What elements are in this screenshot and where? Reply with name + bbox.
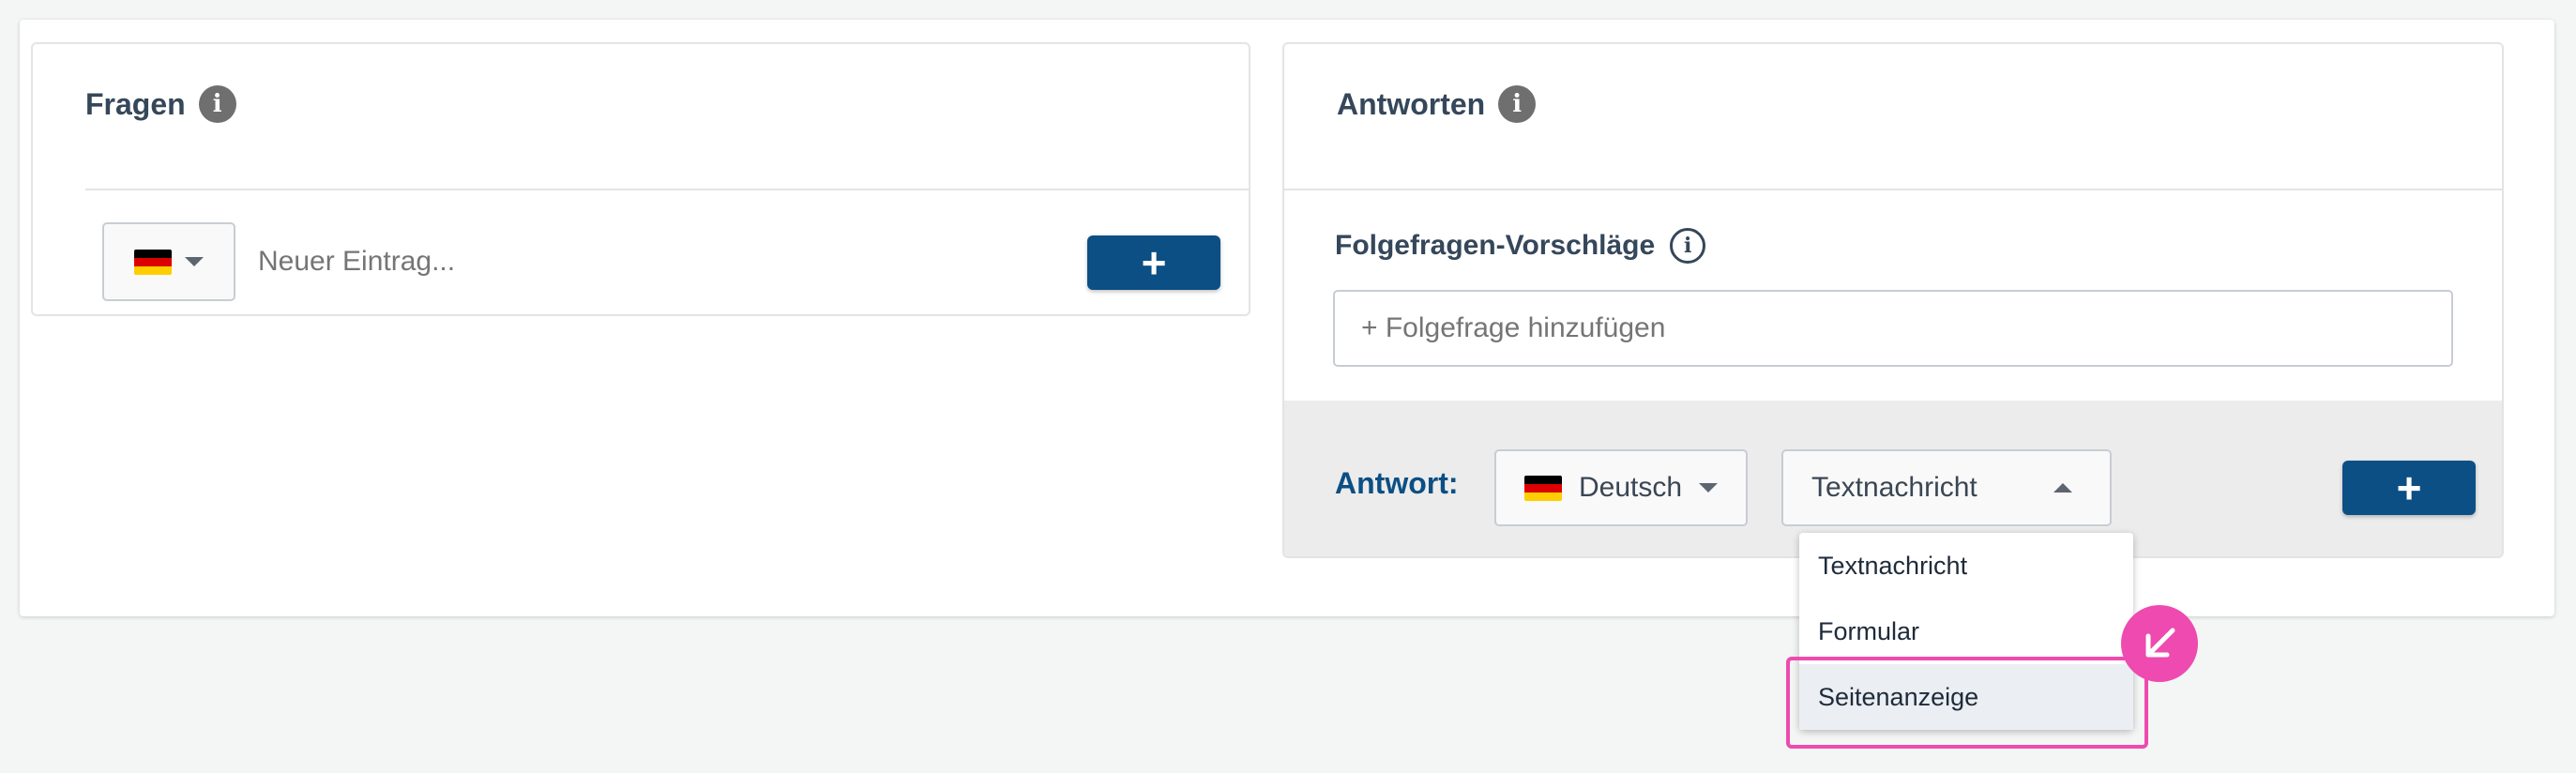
answer-language-value: Deutsch <box>1579 472 1683 503</box>
new-entry-input[interactable] <box>258 232 1065 292</box>
followup-input[interactable] <box>1333 290 2453 367</box>
add-question-button[interactable]: + <box>1087 235 1220 290</box>
questions-title: Fragen i <box>85 85 236 123</box>
answer-label: Antwort: <box>1335 466 1459 500</box>
chevron-down-icon <box>185 257 204 266</box>
followup-label: Folgefragen-Vorschläge <box>1335 230 1656 261</box>
arrow-down-left-icon <box>2121 605 2198 682</box>
chevron-up-icon <box>2053 483 2072 493</box>
info-icon[interactable]: i <box>198 85 236 123</box>
answers-divider <box>1284 189 2502 190</box>
info-outline-icon[interactable]: i <box>1670 228 1706 264</box>
questions-panel: Fragen i + <box>31 42 1250 316</box>
answer-type-select[interactable]: Textnachricht <box>1781 449 2112 526</box>
followup-label-row: Folgefragen-Vorschläge i <box>1335 228 1706 264</box>
de-flag-icon <box>1524 475 1562 501</box>
de-flag-icon <box>134 249 172 275</box>
answers-title: Antworten i <box>1337 85 1537 123</box>
chevron-down-icon <box>1699 483 1719 493</box>
questions-divider <box>85 189 1249 190</box>
answer-type-value: Textnachricht <box>1811 472 1977 503</box>
dropdown-option-textnachricht[interactable]: Textnachricht <box>1799 533 2133 599</box>
add-answer-button[interactable]: + <box>2342 461 2476 515</box>
answer-language-select[interactable]: Deutsch <box>1494 449 1748 526</box>
answers-title-text: Antworten <box>1337 86 1486 121</box>
info-icon[interactable]: i <box>1498 85 1537 123</box>
question-language-select[interactable] <box>102 222 235 301</box>
answers-panel: Antworten i Folgefragen-Vorschläge i Ant… <box>1282 42 2504 558</box>
questions-title-text: Fragen <box>85 86 186 121</box>
highlight-frame <box>1786 657 2148 749</box>
dropdown-option-formular[interactable]: Formular <box>1799 599 2133 664</box>
